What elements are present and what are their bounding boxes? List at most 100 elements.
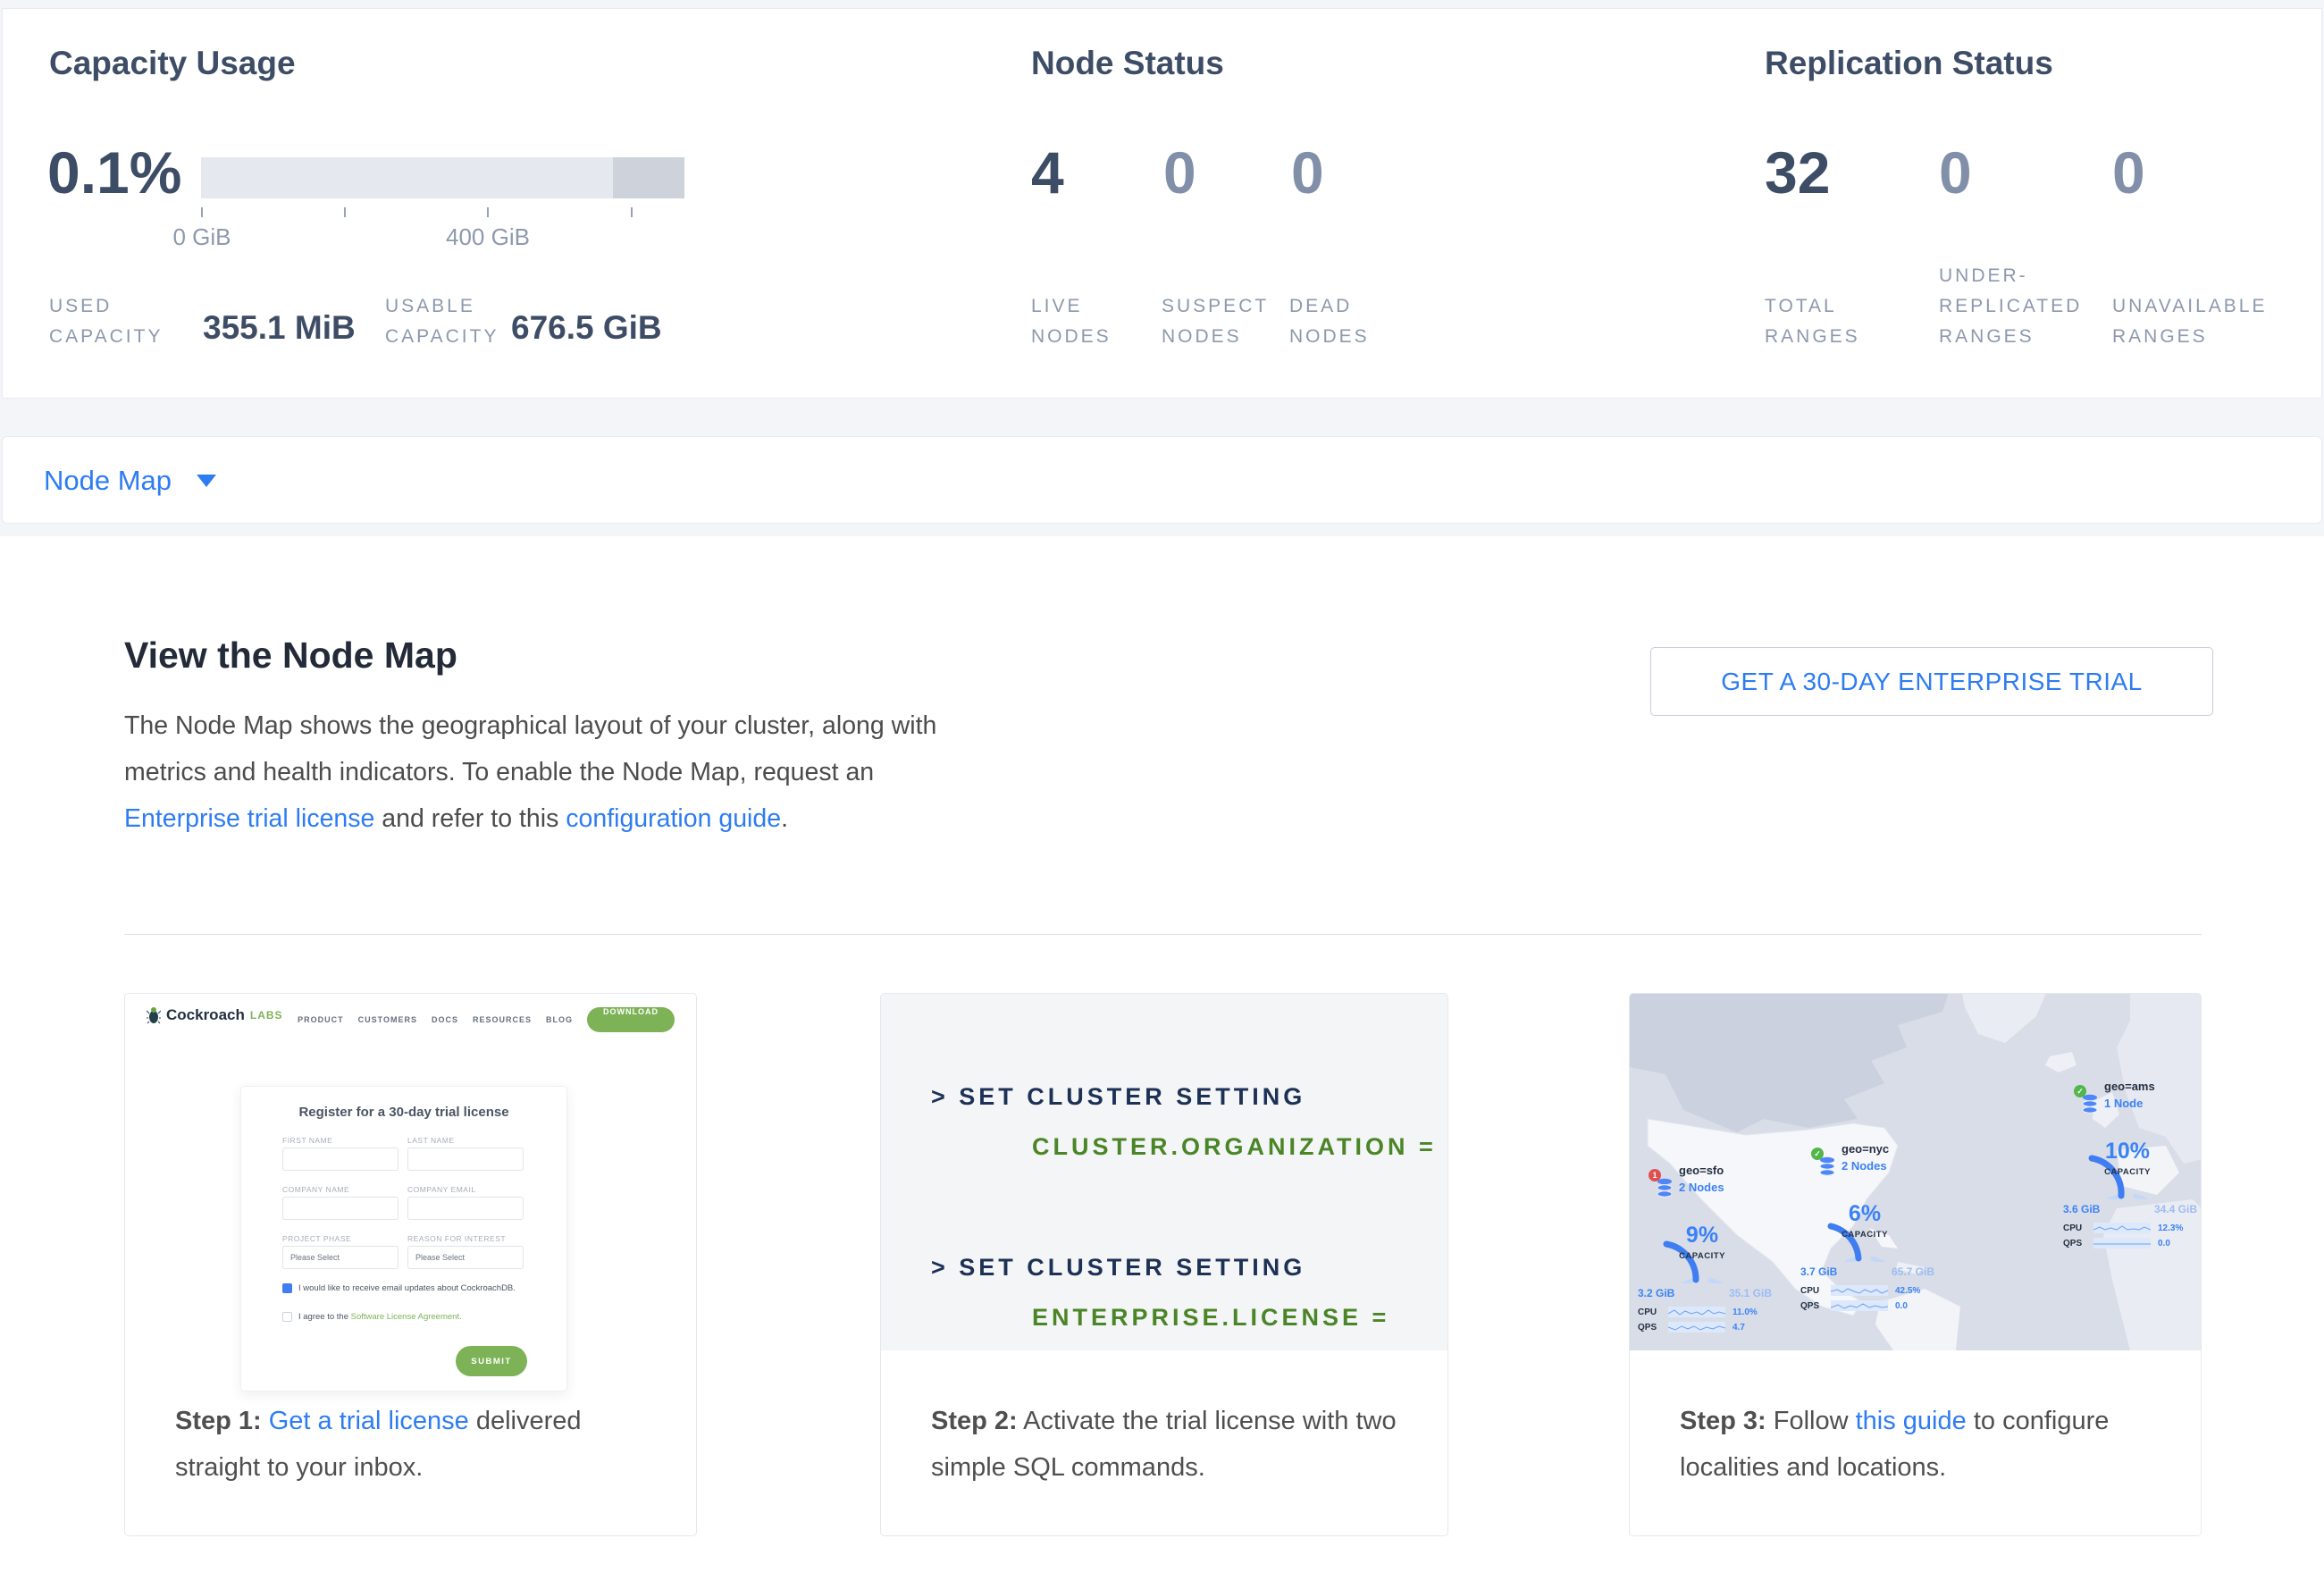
- under-replicated-ranges-label: UNDER-REPLICATEDRANGES: [1939, 261, 2082, 352]
- field-label: PROJECT PHASE: [282, 1234, 351, 1243]
- qps-label: QPS: [2063, 1239, 2086, 1248]
- total-ranges-value: 32: [1765, 143, 1830, 202]
- checkbox-empty-icon: [282, 1312, 292, 1322]
- email-updates-checkbox-row: I would like to receive email updates ab…: [282, 1283, 516, 1293]
- sql-command-line: > SET CLUSTER SETTING: [931, 1254, 1305, 1282]
- suspect-nodes-label: SUSPECTNODES: [1162, 291, 1269, 352]
- dead-nodes-value: 0: [1291, 143, 1324, 202]
- live-nodes-label: LIVENODES: [1031, 291, 1112, 352]
- field-label: COMPANY EMAIL: [407, 1185, 476, 1194]
- capacity-total: 34.4 GiB: [2154, 1203, 2197, 1215]
- locality-name: geo=sfo: [1679, 1164, 1724, 1177]
- capacity-percent: 9%: [1649, 1223, 1756, 1248]
- locality-node-count: 1 Node: [2104, 1097, 2143, 1110]
- step2-card: > SET CLUSTER SETTING CLUSTER.ORGANIZATI…: [880, 993, 1448, 1536]
- capacity-usage-bar: 0 GiB 400 GiB: [201, 157, 684, 256]
- total-ranges-label: TOTALRANGES: [1765, 291, 1860, 352]
- step2-caption: Step 2: Activate the trial license with …: [931, 1398, 1418, 1491]
- cpu-sparkline: [1831, 1285, 1888, 1296]
- checkbox-label: I agree to the Software License Agreemen…: [298, 1312, 462, 1322]
- step1-card: Cockroach LABS PRODUCT CUSTOMERS DOCS RE…: [124, 993, 697, 1536]
- sql-code-block: > SET CLUSTER SETTING CLUSTER.ORGANIZATI…: [881, 994, 1447, 1350]
- axis-tick-label: 0 GiB: [148, 223, 256, 251]
- dead-nodes-label: DEADNODES: [1289, 291, 1370, 352]
- suspect-nodes-value: 0: [1163, 143, 1196, 202]
- capacity-used: 3.6 GiB: [2063, 1203, 2100, 1215]
- enterprise-trial-license-link[interactable]: Enterprise trial license: [124, 804, 374, 833]
- step3-card: 1 geo=sfo 2 Nodes 9% CAPACITY 3: [1629, 993, 2202, 1536]
- axis-tick: [344, 207, 346, 217]
- capacity-percent: 6%: [1811, 1201, 1918, 1227]
- cpu-value: 12.3%: [2158, 1223, 2183, 1233]
- intro-description: The Node Map shows the geographical layo…: [124, 702, 973, 842]
- page-title: View the Node Map: [124, 635, 457, 677]
- database-stack-icon: [1819, 1156, 1835, 1176]
- capacity-used: 3.2 GiB: [1638, 1287, 1674, 1299]
- reason-for-interest-select: Please Select: [407, 1246, 524, 1269]
- capacity-bar-nonusable-segment: [613, 157, 684, 198]
- capacity-total: 65.7 GiB: [1892, 1265, 1934, 1278]
- qps-label: QPS: [1638, 1323, 1661, 1333]
- sql-setting-line: CLUSTER.ORGANIZATION =: [1032, 1133, 1437, 1161]
- node-map-dropdown[interactable]: Node Map: [44, 437, 216, 525]
- qps-value: 4.7: [1733, 1323, 1745, 1333]
- intro-text: and refer to this: [374, 804, 566, 833]
- get-enterprise-trial-button[interactable]: GET A 30-DAY ENTERPRISE TRIAL: [1650, 647, 2213, 716]
- capacity-usage-title: Capacity Usage: [49, 45, 296, 82]
- capacity-usage-percent: 0.1%: [47, 143, 181, 202]
- nav-link: DOCS: [432, 1015, 458, 1024]
- cluster-overview-panel: Capacity Usage 0.1% 0 GiB 400 GiB USED C…: [2, 8, 2322, 399]
- capacity-label: CAPACITY: [1811, 1230, 1918, 1240]
- brand-name: Cockroach: [166, 1006, 245, 1024]
- database-stack-icon: [2082, 1094, 2098, 1114]
- submit-button: SUBMIT: [456, 1346, 527, 1376]
- nav-link: CUSTOMERS: [358, 1015, 417, 1024]
- capacity-gauge: 9% CAPACITY: [1649, 1201, 1756, 1283]
- sql-command-line: > SET CLUSTER SETTING: [931, 1083, 1305, 1111]
- step3-caption: Step 3: Follow this guide to configure l…: [1680, 1398, 2167, 1491]
- cpu-label: CPU: [1800, 1286, 1824, 1296]
- first-name-field: [282, 1148, 399, 1171]
- node-status-title: Node Status: [1031, 45, 1224, 82]
- capacity-gauge: 6% CAPACITY: [1811, 1180, 1918, 1262]
- used-capacity-label: USED CAPACITY: [49, 291, 163, 352]
- minisite-navbar: Cockroach LABS PRODUCT CUSTOMERS DOCS RE…: [125, 994, 696, 1046]
- download-button: DOWNLOAD: [587, 1007, 675, 1032]
- usable-capacity-value: 676.5 GiB: [511, 309, 662, 347]
- field-label: REASON FOR INTEREST: [407, 1234, 506, 1243]
- capacity-label: CAPACITY: [2074, 1167, 2181, 1177]
- cpu-value: 11.0%: [1733, 1307, 1758, 1317]
- axis-tick: [487, 207, 489, 217]
- form-title: Register for a 30-day trial license: [241, 1105, 566, 1120]
- project-phase-select: Please Select: [282, 1246, 399, 1269]
- checkbox-label: I would like to receive email updates ab…: [298, 1283, 516, 1293]
- field-label: FIRST NAME: [282, 1136, 332, 1145]
- caption-text: Follow: [1766, 1407, 1856, 1435]
- cpu-sparkline: [2093, 1223, 2151, 1233]
- unavailable-ranges-value: 0: [2112, 143, 2145, 202]
- intro-text: .: [781, 804, 788, 833]
- capacity-used: 3.7 GiB: [1800, 1265, 1837, 1278]
- configuration-guide-link[interactable]: configuration guide: [566, 804, 781, 833]
- axis-tick-label: 400 GiB: [434, 223, 541, 251]
- qps-sparkline: [1831, 1300, 1888, 1311]
- cpu-value: 42.5%: [1895, 1286, 1920, 1296]
- step1-caption: Step 1: Get a trial license delivered st…: [175, 1398, 662, 1491]
- cpu-sparkline: [1668, 1307, 1725, 1317]
- node-map-preview: 1 geo=sfo 2 Nodes 9% CAPACITY 3: [1630, 994, 2202, 1350]
- cpu-label: CPU: [2063, 1223, 2086, 1233]
- brand-suffix: LABS: [250, 1009, 283, 1022]
- used-capacity-value: 355.1 MiB: [203, 309, 356, 347]
- qps-label: QPS: [1800, 1301, 1824, 1311]
- last-name-field: [407, 1148, 524, 1171]
- database-stack-icon: [1657, 1178, 1673, 1198]
- qps-sparkline: [2093, 1238, 2151, 1248]
- get-trial-license-link[interactable]: Get a trial license: [269, 1407, 469, 1435]
- this-guide-link[interactable]: this guide: [1856, 1407, 1967, 1435]
- license-agreement-checkbox-row: I agree to the Software License Agreemen…: [282, 1312, 462, 1322]
- section-divider: [124, 934, 2202, 935]
- qps-value: 0.0: [2158, 1239, 2170, 1248]
- step-number: Step 2:: [931, 1407, 1018, 1435]
- chevron-down-icon: [197, 475, 216, 487]
- trial-license-form: Register for a 30-day trial license FIRS…: [240, 1086, 567, 1391]
